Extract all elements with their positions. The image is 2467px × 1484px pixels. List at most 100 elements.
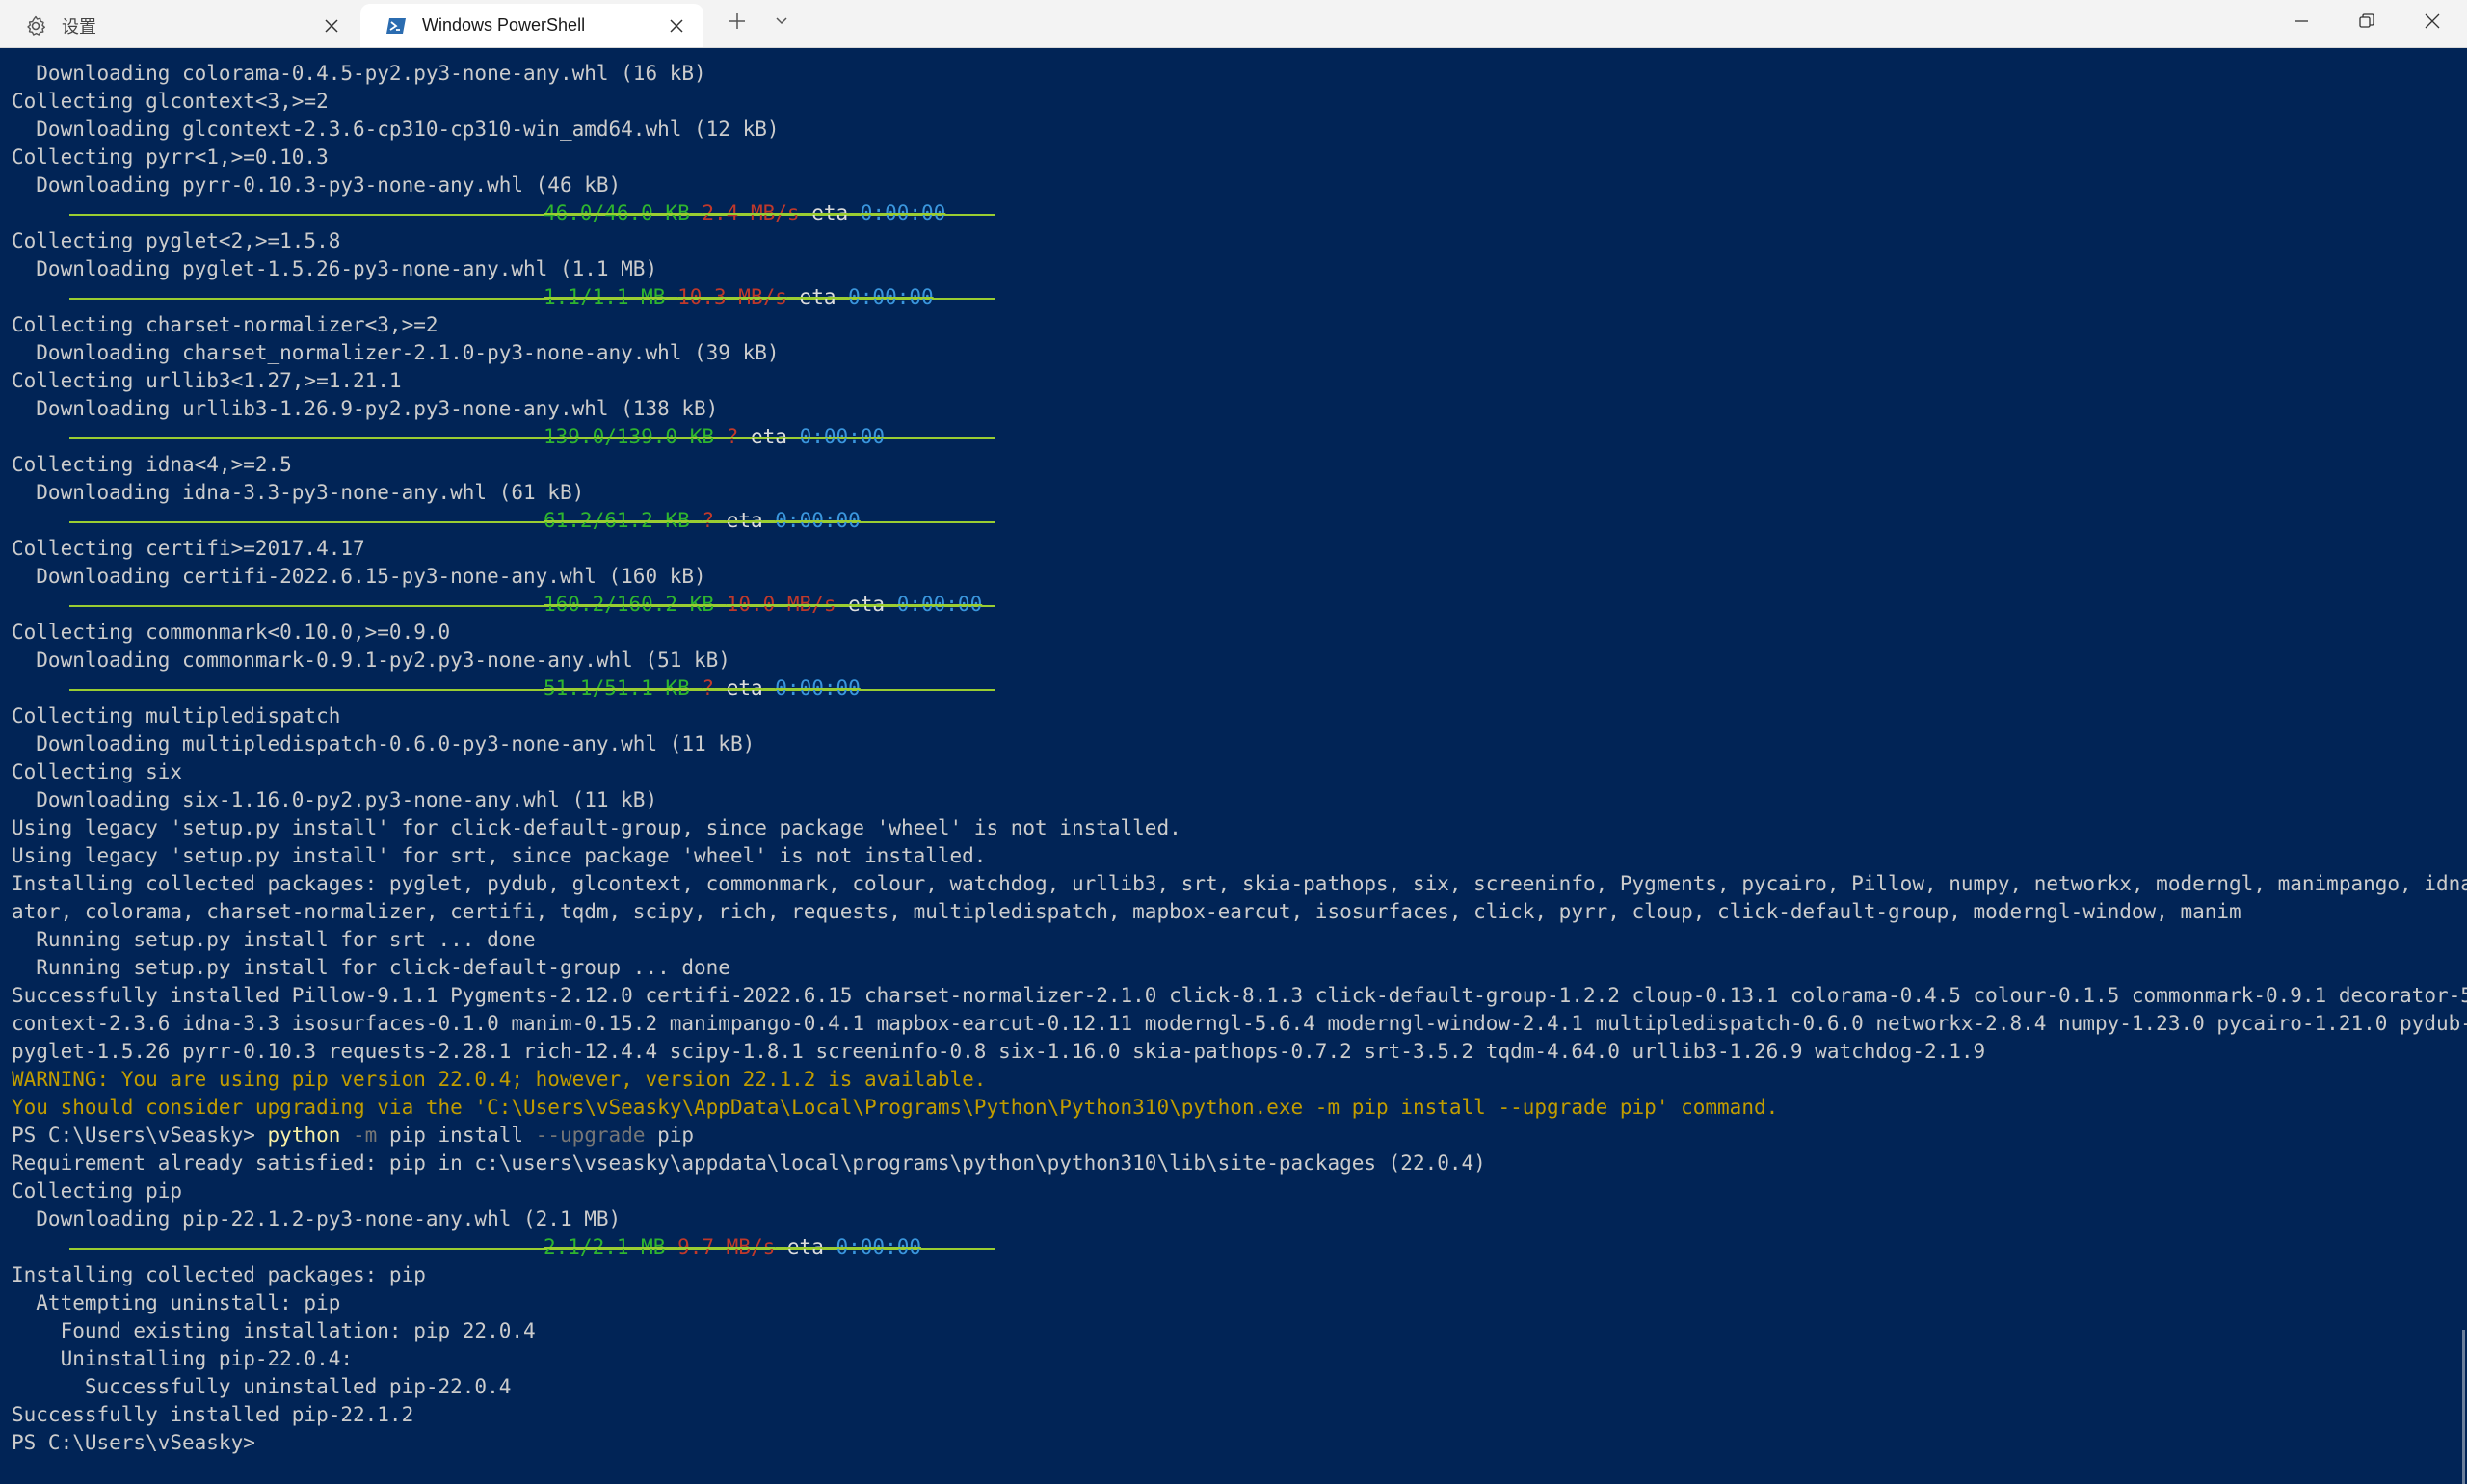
output-line: Running setup.py install for srt ... don… <box>12 928 536 951</box>
progress-size: 1.1/1.1 MB <box>544 285 666 308</box>
progress-speed: 10.3 MB/s <box>677 285 787 308</box>
progress-eta-label: eta <box>750 425 787 448</box>
terminal-output[interactable]: Downloading colorama-0.4.5-py2.py3-none-… <box>0 48 2467 1484</box>
progress-eta-time: 0:00:00 <box>860 201 946 225</box>
progress-speed: ? <box>726 425 739 448</box>
output-line: Using legacy 'setup.py install' for clic… <box>12 816 1181 839</box>
output-line: Collecting pyglet<2,>=1.5.8 <box>12 229 341 252</box>
progress-speed: 9.7 MB/s <box>677 1235 776 1259</box>
progress-text: 51.1/51.1 KB ? eta 0:00:00 <box>544 675 861 702</box>
progress-eta-time: 0:00:00 <box>896 593 983 616</box>
output-line: Downloading commonmark-0.9.1-py2.py3-non… <box>12 649 730 672</box>
close-window-button[interactable] <box>2400 0 2465 47</box>
output-line: Uninstalling pip-22.0.4: <box>12 1347 354 1370</box>
progress-eta-label: eta <box>811 201 849 225</box>
tab-dropdown-button[interactable] <box>757 0 806 47</box>
progress-eta-time: 0:00:00 <box>799 425 886 448</box>
plus-icon <box>728 12 747 36</box>
output-line: Successfully uninstalled pip-22.0.4 <box>12 1375 512 1398</box>
progress-eta-time: 0:00:00 <box>848 285 934 308</box>
close-icon <box>2424 13 2441 35</box>
minimize-button[interactable] <box>2268 0 2334 47</box>
command-flag: --upgrade <box>535 1124 646 1147</box>
output-line: Collecting certifi>=2017.4.17 <box>12 537 365 560</box>
output-line: Downloading pip-22.1.2-py3-none-any.whl … <box>12 1207 622 1231</box>
terminal-lines: Downloading colorama-0.4.5-py2.py3-none-… <box>12 60 2467 1457</box>
tab-powershell[interactable]: Windows PowerShell <box>360 4 703 47</box>
output-line: Collecting pyrr<1,>=0.10.3 <box>12 146 329 169</box>
output-line: Collecting charset-normalizer<3,>=2 <box>12 313 438 336</box>
output-line: Downloading pyglet-1.5.26-py3-none-any.w… <box>12 257 658 280</box>
output-line: Attempting uninstall: pip <box>12 1291 341 1314</box>
output-line: Downloading urllib3-1.26.9-py2.py3-none-… <box>12 397 719 420</box>
progress-bar-line: 160.2/160.2 KB 10.0 MB/s eta 0:00:00 <box>12 591 2467 619</box>
warning-line: You should consider upgrading via the 'C… <box>12 1096 1779 1119</box>
output-line: Downloading six-1.16.0-py2.py3-none-any.… <box>12 788 658 811</box>
close-icon[interactable] <box>318 13 345 40</box>
progress-text: 46.0/46.0 KB 2.4 MB/s eta 0:00:00 <box>544 199 945 227</box>
progress-bar-line: 1.1/1.1 MB 10.3 MB/s eta 0:00:00 <box>12 283 2467 311</box>
output-line: Downloading certifi-2022.6.15-py3-none-a… <box>12 565 706 588</box>
tab-title: 设置 <box>62 16 96 37</box>
progress-size: 61.2/61.2 KB <box>544 509 690 532</box>
output-line: pyglet-1.5.26 pyrr-0.10.3 requests-2.28.… <box>12 1040 1986 1063</box>
scrollbar-thumb[interactable] <box>2462 1330 2465 1484</box>
progress-text: 160.2/160.2 KB 10.0 MB/s eta 0:00:00 <box>544 591 982 619</box>
progress-eta-label: eta <box>848 593 886 616</box>
progress-bar-line: 61.2/61.2 KB ? eta 0:00:00 <box>12 507 2467 535</box>
progress-bar-line: 51.1/51.1 KB ? eta 0:00:00 <box>12 675 2467 702</box>
output-line: Installing collected packages: pyglet, p… <box>12 872 2467 895</box>
output-line: context-2.3.6 idna-3.3 isosurfaces-0.1.0… <box>12 1012 2467 1035</box>
output-line: Found existing installation: pip 22.0.4 <box>12 1319 536 1342</box>
progress-size: 139.0/139.0 KB <box>544 425 715 448</box>
progress-eta-label: eta <box>726 676 763 700</box>
new-tab-button[interactable] <box>713 0 761 47</box>
output-line: PS C:\Users\vSeasky> <box>12 1431 255 1454</box>
progress-bar-line: 2.1/2.1 MB 9.7 MB/s eta 0:00:00 <box>12 1233 2467 1261</box>
command-args: pip <box>645 1124 695 1147</box>
restore-button[interactable] <box>2334 0 2400 47</box>
command-line: PS C:\Users\vSeasky> python -m pip insta… <box>12 1122 2467 1150</box>
progress-eta-label: eta <box>726 509 763 532</box>
progress-eta-time: 0:00:00 <box>775 509 861 532</box>
output-line: Collecting multipledispatch <box>12 704 341 728</box>
output-line: Collecting idna<4,>=2.5 <box>12 453 292 476</box>
command-flag: -m <box>353 1124 378 1147</box>
command-name: python <box>267 1124 341 1147</box>
progress-speed: ? <box>702 676 715 700</box>
output-line: Collecting six <box>12 760 183 783</box>
chevron-down-icon <box>774 13 789 34</box>
title-bar: 设置 Windows PowerShell <box>0 0 2467 48</box>
output-line: Successfully installed pip-22.1.2 <box>12 1403 414 1426</box>
progress-bar-line: 139.0/139.0 KB ? eta 0:00:00 <box>12 423 2467 451</box>
output-line: Using legacy 'setup.py install' for srt,… <box>12 844 987 867</box>
progress-text: 139.0/139.0 KB ? eta 0:00:00 <box>544 423 885 451</box>
output-line: Collecting urllib3<1.27,>=1.21.1 <box>12 369 402 392</box>
progress-speed: ? <box>702 509 715 532</box>
close-icon[interactable] <box>663 13 690 40</box>
progress-size: 46.0/46.0 KB <box>544 201 690 225</box>
progress-size: 51.1/51.1 KB <box>544 676 690 700</box>
output-line: Downloading charset_normalizer-2.1.0-py3… <box>12 341 780 364</box>
output-line: Requirement already satisfied: pip in c:… <box>12 1152 1486 1175</box>
progress-size: 2.1/2.1 MB <box>544 1235 666 1259</box>
gear-icon <box>23 13 48 39</box>
output-line: Installing collected packages: pip <box>12 1263 426 1286</box>
progress-eta-time: 0:00:00 <box>836 1235 922 1259</box>
minimize-icon <box>2293 13 2310 35</box>
output-line: Collecting glcontext<3,>=2 <box>12 90 329 113</box>
output-line: ator, colorama, charset-normalizer, cert… <box>12 900 2242 923</box>
progress-eta-time: 0:00:00 <box>775 676 861 700</box>
progress-text: 61.2/61.2 KB ? eta 0:00:00 <box>544 507 861 535</box>
prompt-text: PS C:\Users\vSeasky> <box>12 1124 268 1147</box>
warning-line: WARNING: You are using pip version 22.0.… <box>12 1068 987 1091</box>
output-line: Successfully installed Pillow-9.1.1 Pygm… <box>12 984 2467 1007</box>
progress-size: 160.2/160.2 KB <box>544 593 715 616</box>
progress-bar-line: 46.0/46.0 KB 2.4 MB/s eta 0:00:00 <box>12 199 2467 227</box>
output-line: Downloading glcontext-2.3.6-cp310-cp310-… <box>12 118 780 141</box>
tab-settings[interactable]: 设置 <box>0 4 358 47</box>
restore-icon <box>2358 13 2375 35</box>
output-line: Downloading multipledispatch-0.6.0-py3-n… <box>12 732 756 755</box>
output-line: Downloading colorama-0.4.5-py2.py3-none-… <box>12 62 706 85</box>
progress-speed: 10.0 MB/s <box>726 593 836 616</box>
